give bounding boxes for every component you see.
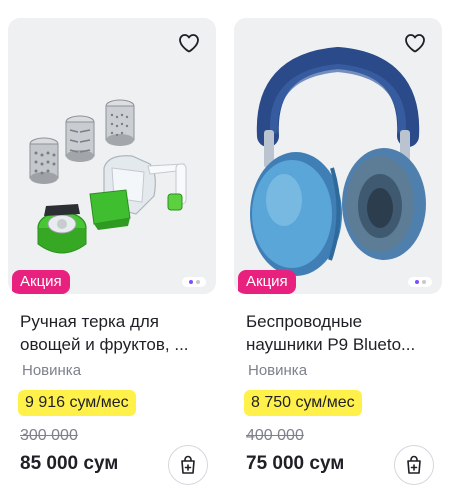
add-to-cart-button[interactable] [168,445,208,485]
promo-badge: Акция [238,270,296,294]
carousel-indicator [182,277,206,287]
new-tag: Новинка [22,362,82,379]
product-photo[interactable]: Акция [8,18,216,294]
product-title-line: наушники P9 Blueto... [246,335,416,354]
product-card[interactable]: Акция Беспроводные наушники P9 Blueto...… [234,18,442,499]
product-photo[interactable]: Акция [234,18,442,294]
product-title-line: овощей и фруктов, ... [20,335,189,354]
product-title[interactable]: Ручная терка для овощей и фруктов, ... [20,310,210,356]
old-price: 400 000 [246,427,304,444]
installment-price: 8 750 сум/мес [244,390,362,416]
product-card[interactable]: Акция Ручная терка для овощей и фруктов,… [8,18,216,499]
current-price: 85 000 сум [20,453,119,474]
carousel-dot [421,280,426,284]
product-title-line: Ручная терка для [20,312,160,331]
vegetable-grater-image [29,99,187,254]
favorite-button[interactable] [403,31,427,55]
add-to-cart-icon [181,455,195,474]
heart-icon [179,34,199,53]
promo-badge: Акция [12,270,70,294]
new-tag: Новинка [248,362,308,379]
carousel-dot [195,280,200,284]
favorite-button[interactable] [177,31,201,55]
add-to-cart-icon [407,455,421,474]
carousel-dot-active [188,280,193,284]
heart-icon [405,34,425,53]
installment-price: 9 916 сум/мес [18,390,136,416]
carousel-dot-active [414,280,419,284]
carousel-indicator [408,277,432,287]
current-price: 75 000 сум [246,453,345,474]
headphones-image [250,46,426,276]
product-title-line: Беспроводные [246,312,363,331]
add-to-cart-button[interactable] [394,445,434,485]
old-price: 300 000 [20,427,78,444]
product-title[interactable]: Беспроводные наушники P9 Blueto... [246,310,436,356]
